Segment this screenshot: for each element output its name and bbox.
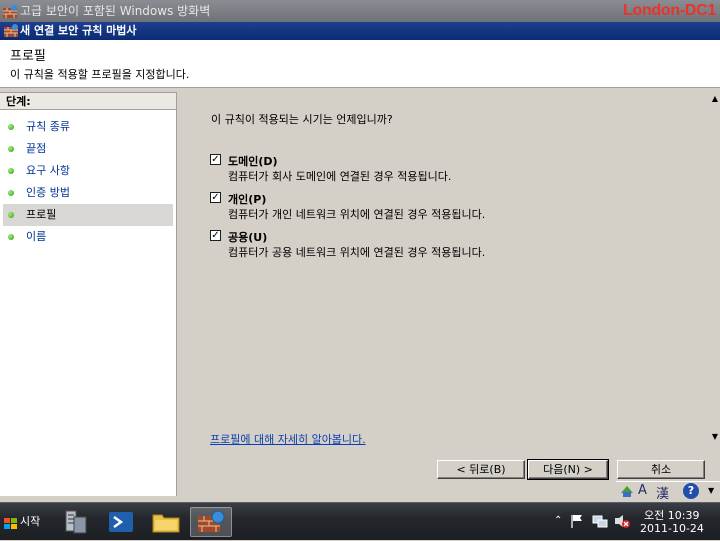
- page-description: 이 규칙을 적용할 프로필을 지정합니다.: [10, 68, 190, 81]
- public-checkbox[interactable]: ✓: [210, 230, 221, 241]
- help-icon[interactable]: ?: [683, 483, 699, 499]
- green-dot-icon: [8, 212, 14, 218]
- step-requirements[interactable]: 요구 사항: [0, 160, 176, 182]
- outer-window-titlebar: 고급 보안이 포함된 Windows 방화벽 London-DC1: [0, 0, 720, 22]
- green-dot-icon: [8, 168, 14, 174]
- step-authentication[interactable]: 인증 방법: [0, 182, 176, 204]
- content-pane: 이 규칙이 적용되는 시기는 언제입니까? ✓ 도메인(D) 컴퓨터가 회사 도…: [178, 92, 710, 452]
- wizard-header: 프로필 이 규칙을 적용할 프로필을 지정합니다.: [0, 40, 720, 88]
- checkbox-checked-icon: ✓: [211, 192, 220, 203]
- next-button[interactable]: 다음(N) >: [527, 459, 609, 480]
- green-dot-icon: [8, 234, 14, 240]
- scroll-down-icon[interactable]: ▼: [710, 430, 720, 444]
- flag-icon[interactable]: [570, 513, 584, 532]
- step-label: 인증 방법: [26, 186, 70, 199]
- steps-pane: 단계: 규칙 종류 끝점 요구 사항 인증 방법 프로필 이름: [0, 92, 177, 496]
- step-rule-type[interactable]: 규칙 종류: [0, 116, 176, 138]
- taskbar: 시작 ⌃ 오전 10:39 2011-10-24: [0, 502, 720, 540]
- option-label: 도메인(D): [228, 155, 278, 168]
- step-label: 프로필: [26, 208, 57, 221]
- green-dot-icon: [8, 146, 14, 152]
- step-label: 이름: [26, 230, 47, 243]
- back-button[interactable]: < 뒤로(B): [437, 460, 525, 479]
- start-button[interactable]: 시작: [2, 511, 46, 533]
- wizard-titlebar: 새 연결 보안 규칙 마법사: [0, 22, 720, 40]
- step-label: 끝점: [26, 142, 47, 155]
- domain-checkbox[interactable]: ✓: [210, 154, 221, 165]
- step-endpoints[interactable]: 끝점: [0, 138, 176, 160]
- scrollbar[interactable]: ▲ ▼: [710, 92, 720, 444]
- option-label: 개인(P): [228, 193, 267, 206]
- input-mode-icon[interactable]: A: [638, 483, 647, 498]
- scroll-up-icon[interactable]: ▲: [710, 92, 720, 106]
- system-tray: ⌃ 오전 10:39 2011-10-24: [548, 503, 720, 541]
- checkbox-checked-icon: ✓: [211, 230, 220, 241]
- server-manager-icon[interactable]: [60, 507, 92, 537]
- step-label: 규칙 종류: [26, 120, 70, 133]
- powershell-icon[interactable]: [106, 507, 138, 537]
- clock-date[interactable]: 2011-10-24: [640, 522, 704, 535]
- wizard-title: 새 연결 보안 규칙 마법사: [20, 24, 137, 37]
- chevron-down-icon[interactable]: ▼: [708, 486, 714, 495]
- green-dot-icon: [8, 190, 14, 196]
- learn-more-link[interactable]: 프로필에 대해 자세히 알아봅니다.: [210, 431, 366, 447]
- step-label: 요구 사항: [26, 164, 70, 177]
- step-profile[interactable]: 프로필: [3, 204, 173, 226]
- ime-settings-icon[interactable]: [619, 483, 635, 503]
- question-text: 이 규칙이 적용되는 시기는 언제입니까?: [211, 113, 393, 126]
- network-icon[interactable]: [592, 513, 608, 532]
- hanja-icon[interactable]: 漢: [656, 483, 669, 502]
- windows-flag-icon: [4, 516, 18, 538]
- checkbox-checked-icon: ✓: [211, 154, 220, 165]
- option-description: 컴퓨터가 개인 네트워크 위치에 연결된 경우 적용됩니다.: [228, 208, 486, 221]
- cancel-button[interactable]: 취소: [617, 460, 705, 479]
- private-checkbox[interactable]: ✓: [210, 192, 221, 203]
- option-description: 컴퓨터가 공용 네트워크 위치에 연결된 경우 적용됩니다.: [228, 246, 486, 259]
- page-title: 프로필: [10, 49, 46, 64]
- host-label: London-DC1: [623, 2, 716, 19]
- volume-muted-icon[interactable]: [614, 513, 630, 532]
- step-name[interactable]: 이름: [0, 226, 176, 248]
- explorer-icon[interactable]: [150, 507, 182, 537]
- clock-time[interactable]: 오전 10:39: [644, 507, 699, 523]
- option-label: 공용(U): [228, 231, 268, 244]
- start-label: 시작: [20, 515, 41, 528]
- firewall-taskbar-button[interactable]: [190, 507, 232, 537]
- option-description: 컴퓨터가 회사 도메인에 연결된 경우 적용됩니다.: [228, 170, 452, 183]
- green-dot-icon: [8, 124, 14, 130]
- chevron-up-icon[interactable]: ⌃: [554, 515, 562, 526]
- language-bar: A 漢 ? ▼: [616, 481, 720, 503]
- steps-header: 단계:: [0, 92, 176, 110]
- outer-window-title: 고급 보안이 포함된 Windows 방화벽: [20, 4, 211, 18]
